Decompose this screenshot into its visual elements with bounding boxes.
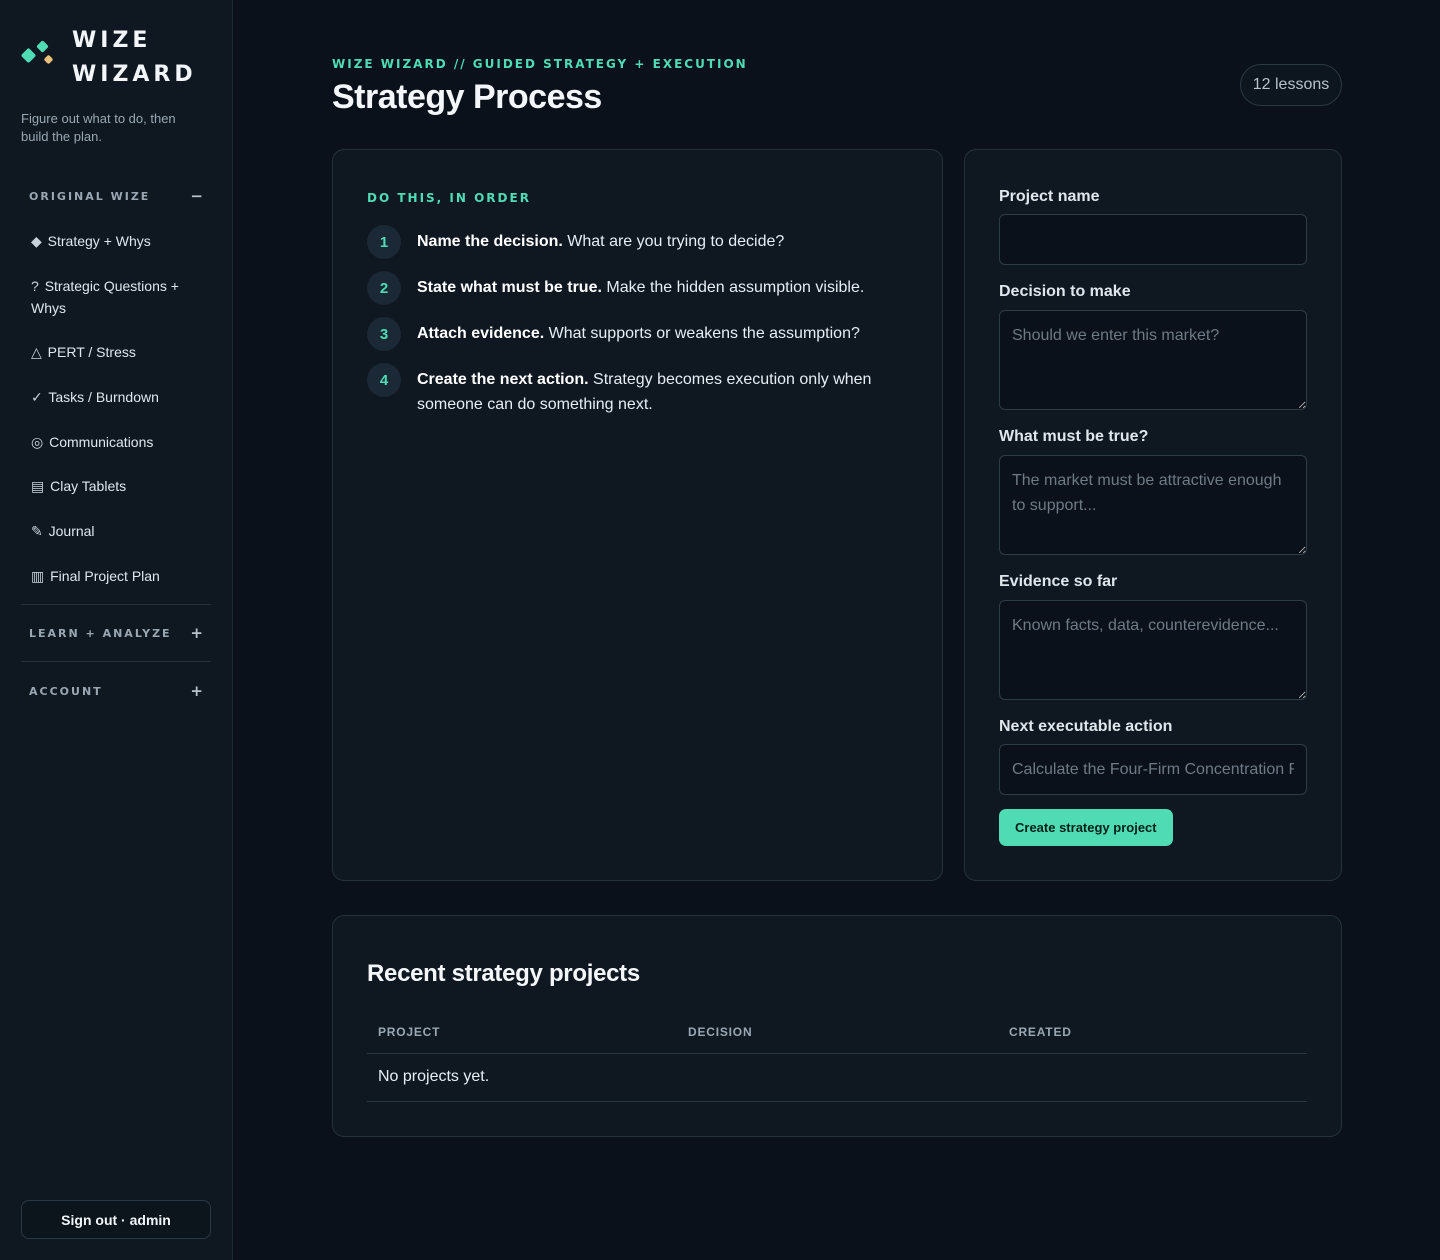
diamond-icon: ◆ bbox=[31, 233, 42, 249]
triangle-icon: △ bbox=[31, 344, 42, 360]
step-item: 2 State what must be true. Make the hidd… bbox=[367, 271, 907, 305]
section-original-wize[interactable]: ORIGINAL WIZE − bbox=[21, 184, 211, 208]
column-header-created: CREATED bbox=[1009, 1025, 1072, 1039]
nav-label: Final Project Plan bbox=[50, 568, 160, 584]
nav-label: Clay Tablets bbox=[50, 478, 127, 494]
step-number: 4 bbox=[367, 363, 401, 397]
target-icon: ◎ bbox=[31, 434, 44, 450]
divider bbox=[21, 661, 211, 662]
step-item: 4 Create the next action. Strategy becom… bbox=[367, 363, 907, 417]
pencil-icon: ✎ bbox=[31, 523, 43, 539]
column-header-project: PROJECT bbox=[378, 1025, 441, 1039]
nav-label: PERT / Stress bbox=[47, 344, 136, 360]
nav-label: Journal bbox=[48, 523, 95, 539]
section-title: ACCOUNT bbox=[29, 684, 103, 698]
step-desc: What are you trying to decide? bbox=[562, 233, 785, 250]
steps-card: DO THIS, IN ORDER 1 Name the decision. W… bbox=[332, 149, 943, 881]
expand-icon[interactable]: + bbox=[190, 624, 203, 642]
step-desc: What supports or weakens the assumption? bbox=[544, 325, 860, 342]
nav-journal[interactable]: ✎ Journal bbox=[21, 520, 211, 542]
step-number: 1 bbox=[367, 225, 401, 259]
nav-strategic-questions[interactable]: ? Strategic Questions + Whys bbox=[21, 275, 211, 319]
expand-icon[interactable]: + bbox=[190, 682, 203, 700]
section-account[interactable]: ACCOUNT + bbox=[21, 679, 211, 703]
nav-clay-tablets[interactable]: ▤ Clay Tablets bbox=[21, 475, 211, 497]
brand-name: WIZE WIZARD bbox=[72, 24, 197, 92]
section-learn-analyze[interactable]: LEARN + ANALYZE + bbox=[21, 621, 211, 645]
columns-icon: ▥ bbox=[31, 568, 45, 584]
question-icon: ? bbox=[31, 278, 39, 294]
nav-final-project-plan[interactable]: ▥ Final Project Plan bbox=[21, 565, 211, 587]
step-title: Create the next action. bbox=[417, 371, 589, 388]
step-text: Name the decision. What are you trying t… bbox=[417, 225, 784, 259]
brand-line-2: WIZARD bbox=[72, 62, 197, 87]
evidence-label: Evidence so far bbox=[999, 573, 1118, 590]
empty-state: No projects yet. bbox=[378, 1068, 490, 1085]
nav-pert-stress[interactable]: △ PERT / Stress bbox=[21, 341, 211, 363]
logo-icon bbox=[20, 38, 57, 74]
nav-strategy-whys[interactable]: ◆ Strategy + Whys bbox=[21, 230, 211, 252]
table-divider bbox=[367, 1053, 1307, 1054]
step-number: 3 bbox=[367, 317, 401, 351]
must-be-true-textarea[interactable] bbox=[999, 455, 1307, 555]
next-action-label: Next executable action bbox=[999, 718, 1173, 735]
brand[interactable]: WIZE WIZARD bbox=[20, 24, 197, 92]
divider bbox=[21, 604, 211, 605]
lessons-badge[interactable]: 12 lessons bbox=[1240, 64, 1342, 106]
check-icon: ✓ bbox=[31, 389, 43, 405]
recent-projects-title: Recent strategy projects bbox=[367, 960, 640, 987]
page-title: Strategy Process bbox=[332, 78, 602, 116]
sidebar: WIZE WIZARD Figure out what to do, then … bbox=[0, 0, 233, 1260]
step-title: Attach evidence. bbox=[417, 325, 545, 342]
steps-label: DO THIS, IN ORDER bbox=[367, 191, 531, 205]
project-name-label: Project name bbox=[999, 188, 1100, 205]
tagline: Figure out what to do, then build the pl… bbox=[21, 111, 176, 144]
column-header-decision: DECISION bbox=[688, 1025, 753, 1039]
tablet-icon: ▤ bbox=[31, 478, 45, 494]
create-strategy-project-button[interactable]: Create strategy project bbox=[999, 809, 1173, 846]
step-text: Create the next action. Strategy becomes… bbox=[417, 363, 907, 417]
recent-projects-card: Recent strategy projects PROJECT DECISIO… bbox=[332, 915, 1342, 1137]
section-title: LEARN + ANALYZE bbox=[29, 626, 172, 640]
decision-label: Decision to make bbox=[999, 283, 1131, 300]
step-text: Attach evidence. What supports or weaken… bbox=[417, 317, 860, 351]
project-name-input[interactable] bbox=[999, 214, 1307, 265]
step-item: 1 Name the decision. What are you trying… bbox=[367, 225, 907, 259]
nav-communications[interactable]: ◎ Communications bbox=[21, 431, 211, 453]
nav-label: Strategy + Whys bbox=[47, 233, 151, 249]
step-desc: Make the hidden assumption visible. bbox=[601, 279, 865, 296]
step-text: State what must be true. Make the hidden… bbox=[417, 271, 864, 305]
project-form: Project name Decision to make What must … bbox=[964, 149, 1342, 881]
next-action-input[interactable] bbox=[999, 744, 1307, 795]
sign-out-button[interactable]: Sign out · admin bbox=[21, 1200, 211, 1239]
decision-textarea[interactable] bbox=[999, 310, 1307, 410]
evidence-textarea[interactable] bbox=[999, 600, 1307, 700]
table-divider bbox=[367, 1101, 1307, 1102]
collapse-icon[interactable]: − bbox=[190, 187, 203, 205]
brand-line-1: WIZE bbox=[72, 28, 152, 53]
step-item: 3 Attach evidence. What supports or weak… bbox=[367, 317, 907, 351]
nav-label: Tasks / Burndown bbox=[48, 389, 159, 405]
nav-label: Communications bbox=[49, 434, 154, 450]
must-be-true-label: What must be true? bbox=[999, 428, 1149, 445]
nav-tasks-burndown[interactable]: ✓ Tasks / Burndown bbox=[21, 386, 211, 408]
step-title: State what must be true. bbox=[417, 279, 602, 296]
step-number: 2 bbox=[367, 271, 401, 305]
nav-label: Strategic Questions + Whys bbox=[31, 278, 179, 316]
step-title: Name the decision. bbox=[417, 233, 563, 250]
eyebrow: WIZE WIZARD // GUIDED STRATEGY + EXECUTI… bbox=[332, 57, 748, 71]
section-title: ORIGINAL WIZE bbox=[29, 189, 151, 203]
